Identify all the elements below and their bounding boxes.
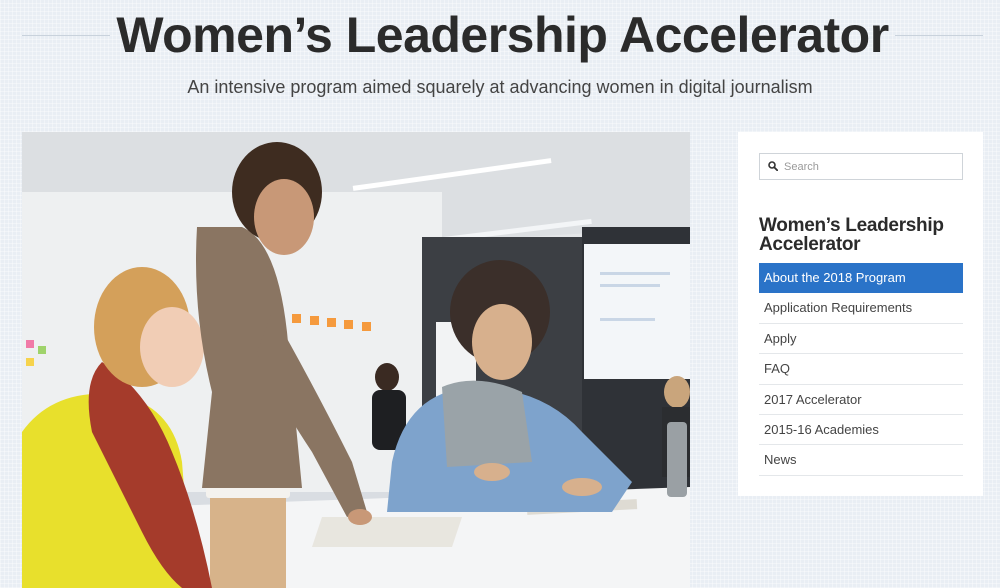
program-nav: About the 2018 Program Application Requi… (759, 263, 963, 476)
nav-item-apply[interactable]: Apply (759, 324, 963, 355)
title-divider-right (895, 35, 983, 36)
title-divider-left (22, 35, 110, 36)
sidebar: Women’s Leadership Accelerator About the… (738, 132, 983, 496)
nav-item-news[interactable]: News (759, 445, 963, 476)
nav-item-faq[interactable]: FAQ (759, 354, 963, 385)
hero-photo-illustration (22, 132, 690, 588)
hero-image (22, 132, 690, 588)
widget-title: Women’s Leadership Accelerator (759, 215, 944, 255)
nav-item-2015-16-academies[interactable]: 2015-16 Academies (759, 415, 963, 446)
site-header: Women’s Leadership Accelerator An intens… (0, 0, 1000, 120)
search-icon (768, 161, 778, 171)
search-input[interactable] (784, 156, 960, 177)
site-tagline: An intensive program aimed squarely at a… (187, 77, 813, 97)
nav-item-2017-accelerator[interactable]: 2017 Accelerator (759, 385, 963, 415)
nav-item-about-2018-program[interactable]: About the 2018 Program (759, 263, 963, 294)
nav-item-application-requirements[interactable]: Application Requirements (759, 293, 963, 324)
site-title[interactable]: Women’s Leadership Accelerator (110, 4, 895, 66)
search-box[interactable] (759, 153, 963, 180)
